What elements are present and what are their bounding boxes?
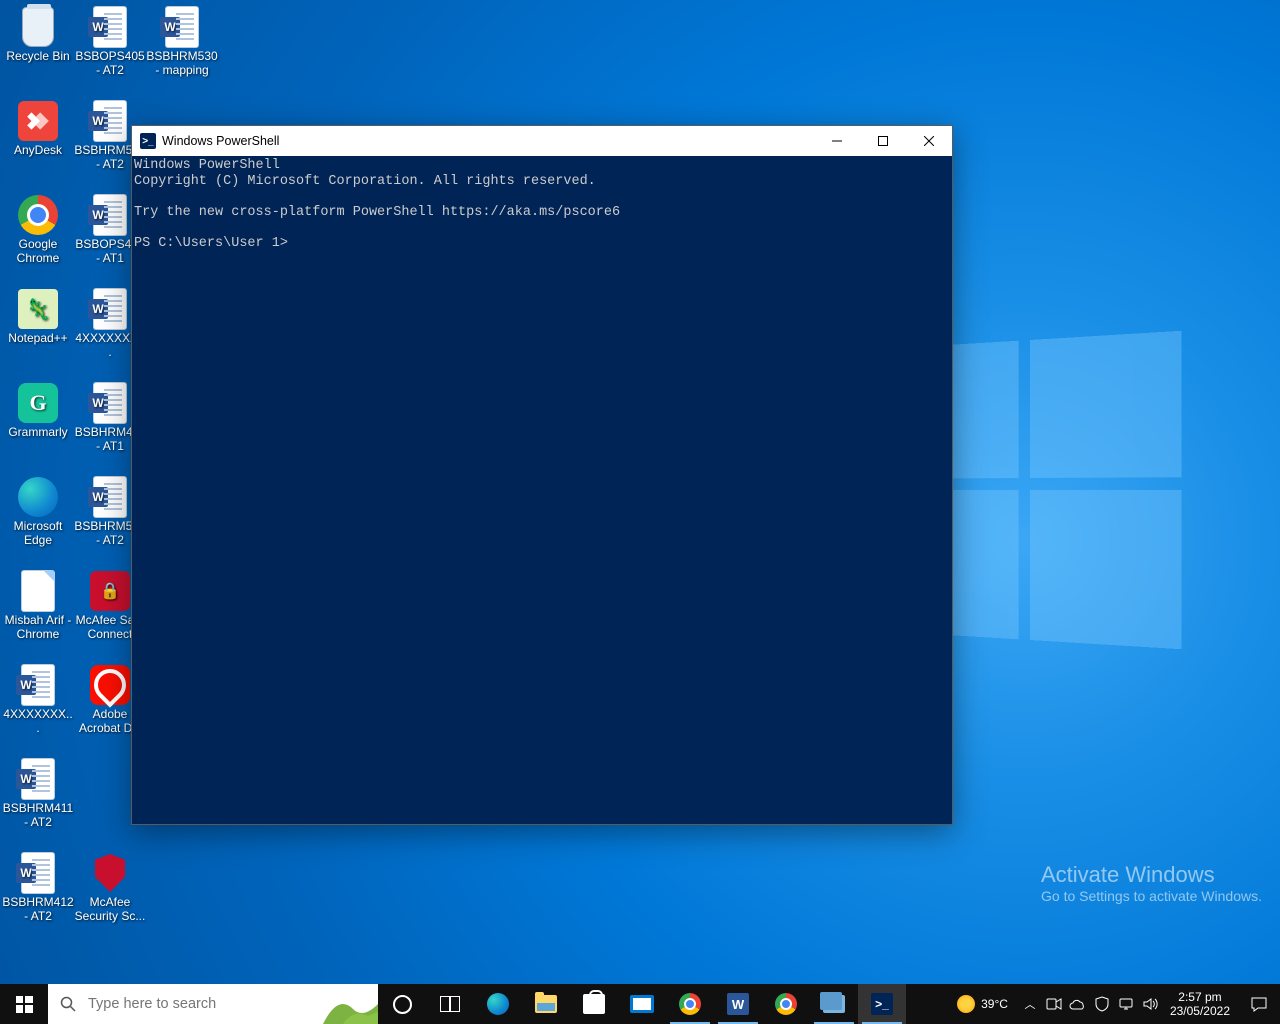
acrobat-icon xyxy=(90,665,130,705)
taskbar-chrome[interactable] xyxy=(666,984,714,1024)
clock-date: 23/05/2022 xyxy=(1170,1004,1230,1018)
tray-network[interactable] xyxy=(1114,984,1138,1024)
minimize-button[interactable] xyxy=(814,126,860,156)
word-icon xyxy=(94,289,126,329)
desktop-icon-bsbhrm412-at2[interactable]: BSBHRM412 - AT2 xyxy=(2,848,74,942)
tray-security[interactable] xyxy=(1090,984,1114,1024)
edge-icon xyxy=(487,993,509,1015)
desktop-icon-grammarly[interactable]: Grammarly xyxy=(2,378,74,472)
taskbar-weather[interactable]: 39°C xyxy=(947,995,1018,1013)
desktop-icon-bsbhrm530-mapping[interactable]: BSBHRM530 - mapping xyxy=(146,2,218,96)
powershell-window[interactable]: >_ Windows PowerShell Windows PowerShell… xyxy=(131,125,953,825)
word-icon xyxy=(94,383,126,423)
taskbar-files[interactable] xyxy=(810,984,858,1024)
mcafee-shield-icon xyxy=(95,854,125,892)
mail-icon xyxy=(630,995,654,1013)
windows-start-icon xyxy=(16,996,33,1013)
weather-sun-icon xyxy=(957,995,975,1013)
word-icon xyxy=(22,759,54,799)
activate-windows-watermark: Activate Windows Go to Settings to activ… xyxy=(1041,862,1262,904)
word-icon xyxy=(94,195,126,235)
maximize-button[interactable] xyxy=(860,126,906,156)
taskbar-mail[interactable] xyxy=(618,984,666,1024)
word-icon xyxy=(22,853,54,893)
taskbar-powershell[interactable] xyxy=(858,984,906,1024)
word-icon xyxy=(94,477,126,517)
desktop-icon-bsbhrm411-at2[interactable]: BSBHRM411 - AT2 xyxy=(2,754,74,848)
word-icon xyxy=(727,993,749,1015)
word-icon xyxy=(94,7,126,47)
search-icon xyxy=(60,996,76,1012)
mcafee-safe-icon xyxy=(90,571,130,611)
word-icon xyxy=(166,7,198,47)
word-icon xyxy=(94,101,126,141)
tray-onedrive[interactable] xyxy=(1066,984,1090,1024)
powershell-title: Windows PowerShell xyxy=(162,134,279,148)
taskbar-taskview[interactable] xyxy=(426,984,474,1024)
powershell-icon xyxy=(871,993,893,1015)
powershell-console[interactable]: Windows PowerShell Copyright (C) Microso… xyxy=(132,156,952,824)
desktop-icon-mcafee-security[interactable]: McAfee Security Sc... xyxy=(74,848,146,942)
taskbar-edge[interactable] xyxy=(474,984,522,1024)
tray-volume[interactable] xyxy=(1138,984,1162,1024)
file-icon xyxy=(22,571,54,611)
powershell-icon: >_ xyxy=(140,133,156,149)
taskbar[interactable]: 39°C ︿ 2:57 pm 23/05/2022 xyxy=(0,984,1280,1024)
taskbar-explorer[interactable] xyxy=(522,984,570,1024)
file-explorer-icon xyxy=(535,995,557,1013)
chrome-icon xyxy=(679,993,701,1015)
weather-temp: 39°C xyxy=(981,997,1008,1011)
recycle-bin-icon xyxy=(22,7,54,47)
desktop-icon-anydesk[interactable]: AnyDesk xyxy=(2,96,74,190)
files-icon xyxy=(823,995,845,1013)
desktop-icon-recycle-bin[interactable]: Recycle Bin xyxy=(2,2,74,96)
taskbar-notifications[interactable] xyxy=(1238,995,1280,1013)
notepadpp-icon xyxy=(18,289,58,329)
tray-meet-now[interactable] xyxy=(1042,984,1066,1024)
taskview-icon xyxy=(440,996,460,1012)
grammarly-icon xyxy=(18,383,58,423)
edge-icon xyxy=(18,477,58,517)
taskbar-clock[interactable]: 2:57 pm 23/05/2022 xyxy=(1162,990,1238,1019)
tray-overflow[interactable]: ︿ xyxy=(1018,984,1042,1024)
chrome-icon xyxy=(18,195,58,235)
close-button[interactable] xyxy=(906,126,952,156)
chrome-icon xyxy=(775,993,797,1015)
desktop-icon-misbah-chrome[interactable]: Misbah Arif - Chrome xyxy=(2,566,74,660)
desktop-icon-4xxxxxxx[interactable]: 4XXXXXXX... xyxy=(2,660,74,754)
microsoft-store-icon xyxy=(583,994,605,1014)
powershell-titlebar[interactable]: >_ Windows PowerShell xyxy=(132,126,952,156)
cortana-icon xyxy=(393,995,412,1014)
taskbar-chrome-2[interactable] xyxy=(762,984,810,1024)
taskbar-search[interactable] xyxy=(48,984,378,1024)
taskbar-cortana[interactable] xyxy=(378,984,426,1024)
desktop-icon-notepadpp[interactable]: Notepad++ xyxy=(2,284,74,378)
taskbar-word[interactable] xyxy=(714,984,762,1024)
anydesk-icon xyxy=(18,101,58,141)
search-input[interactable] xyxy=(88,996,366,1012)
clock-time: 2:57 pm xyxy=(1178,990,1221,1004)
desktop-icon-edge[interactable]: Microsoft Edge xyxy=(2,472,74,566)
desktop[interactable]: Recycle Bin AnyDesk Google Chrome Notepa… xyxy=(0,0,1280,984)
start-button[interactable] xyxy=(0,984,48,1024)
word-icon xyxy=(22,665,54,705)
taskbar-store[interactable] xyxy=(570,984,618,1024)
desktop-icon-bsbops405-at2[interactable]: BSBOPS405 - AT2 xyxy=(74,2,146,96)
desktop-icon-chrome[interactable]: Google Chrome xyxy=(2,190,74,284)
